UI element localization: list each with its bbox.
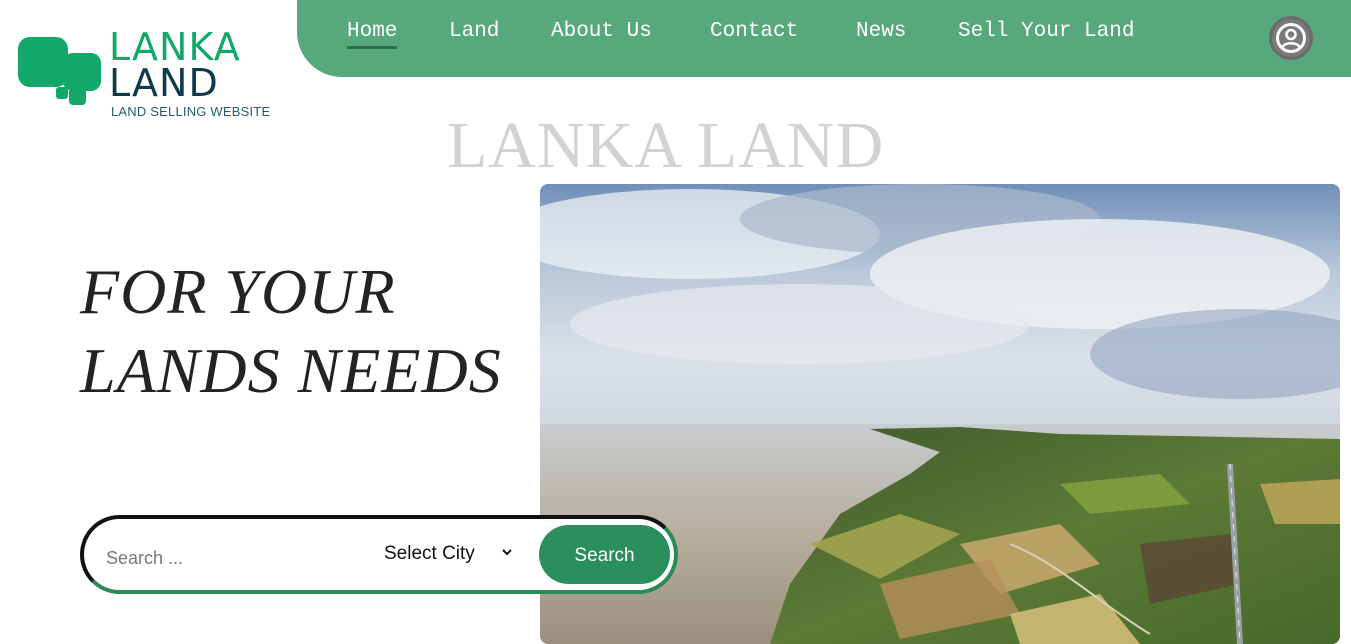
nav-about-us[interactable]: About Us: [551, 20, 652, 43]
brand-tagline: LAND SELLING WEBSITE: [111, 104, 271, 119]
nav-land[interactable]: Land: [449, 20, 499, 43]
nav-contact[interactable]: Contact: [710, 20, 798, 43]
main-navbar: Home Land About Us Contact News Sell You…: [297, 0, 1351, 77]
city-select-dropdown[interactable]: Select City: [384, 543, 475, 565]
user-circle-icon: [1276, 23, 1306, 53]
hero-heading-line-2: LANDS NEEDS: [80, 335, 502, 406]
nav-news[interactable]: News: [856, 20, 906, 43]
hero-heading-line-1: FOR YOUR: [80, 256, 396, 327]
nav-home[interactable]: Home: [347, 20, 398, 49]
nav-sell-your-land[interactable]: Sell Your Land: [958, 20, 1134, 43]
search-input[interactable]: [104, 541, 358, 575]
chevron-down-icon[interactable]: [501, 546, 513, 558]
land-search-bar: Select City Search: [80, 515, 678, 594]
search-button[interactable]: Search: [539, 525, 670, 584]
brand-name-line-2: LAND: [109, 61, 219, 105]
user-account-button[interactable]: [1269, 16, 1313, 60]
logo-mark-icon: [18, 37, 101, 105]
hero-watermark-title: LANKA LAND: [447, 109, 885, 182]
brand-logo[interactable]: LANKA LAND LAND SELLING WEBSITE: [16, 28, 286, 125]
